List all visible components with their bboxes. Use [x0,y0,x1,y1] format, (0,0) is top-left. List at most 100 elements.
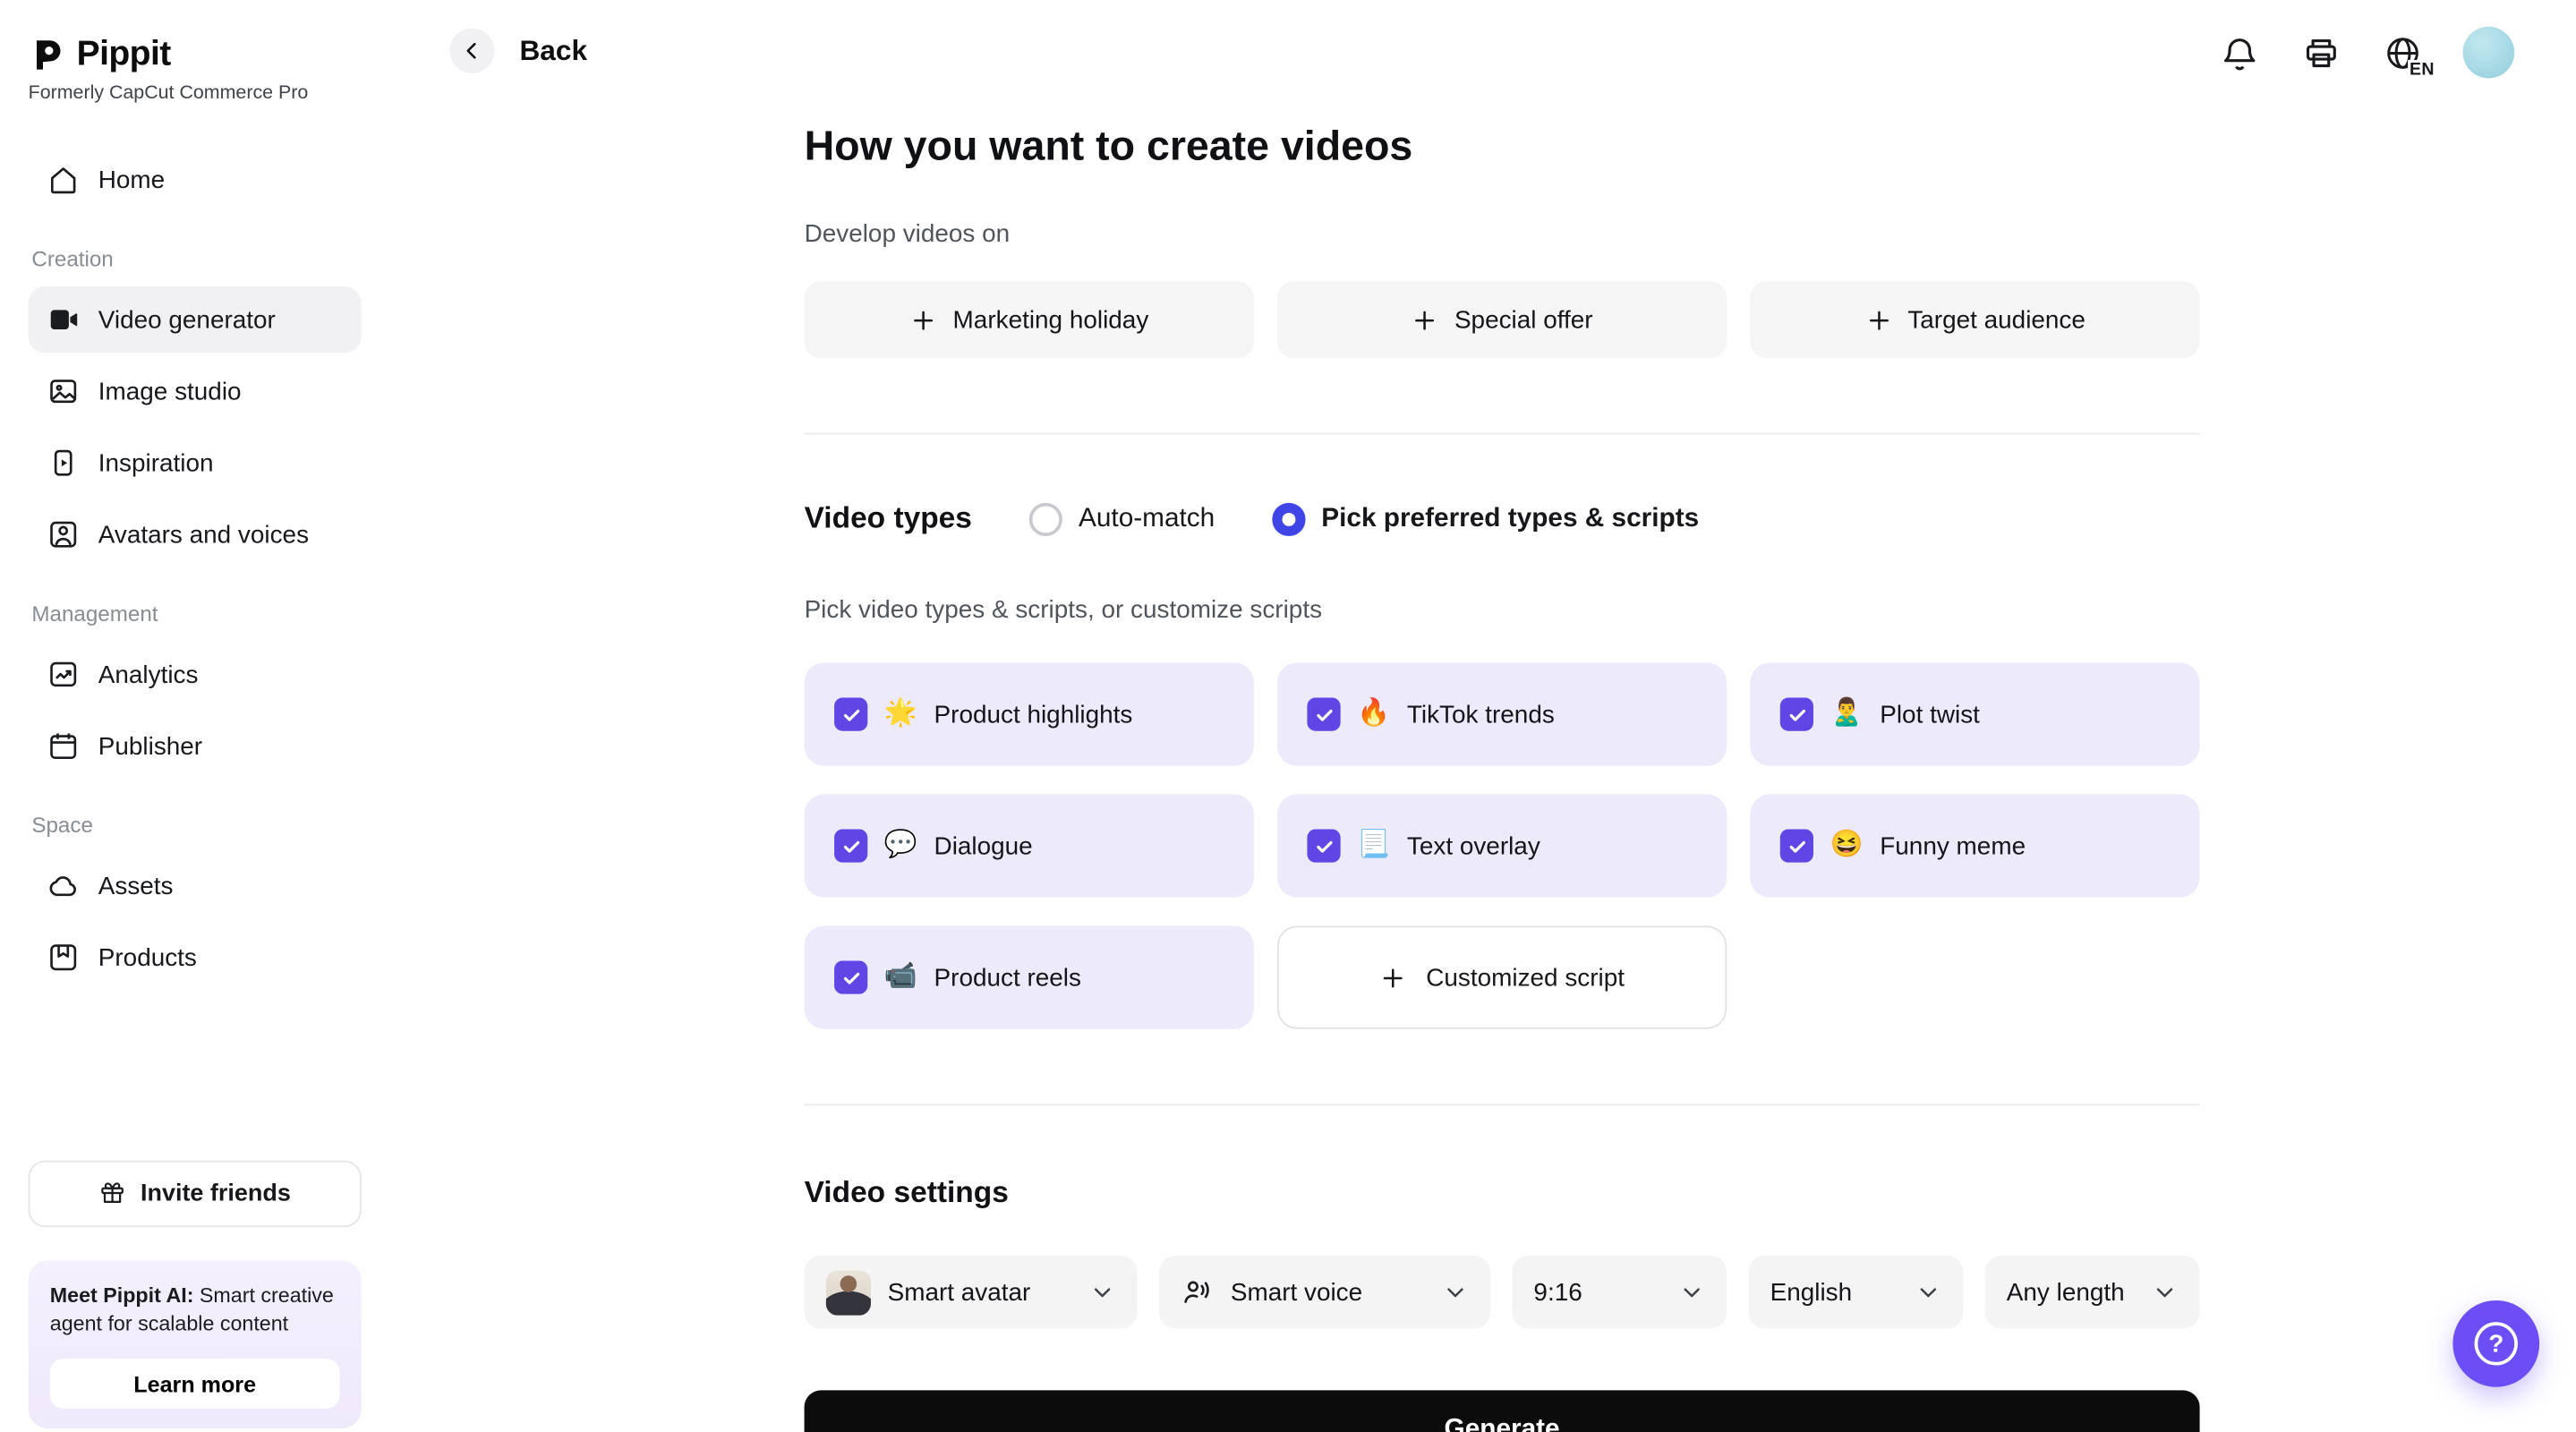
customized-script-button[interactable]: Customized script [1277,925,1727,1028]
section-label-space: Space [31,813,361,838]
generate-button[interactable]: Generate [805,1390,2200,1432]
card-text-overlay[interactable]: 📃 Text overlay [1277,794,1727,897]
radio-auto-match-label: Auto-match [1079,504,1215,533]
card-product-reels[interactable]: 📹 Product reels [805,925,1254,1028]
card-label: Product highlights [934,700,1133,729]
sidebar-item-inspiration[interactable]: Inspiration [29,430,362,496]
sidebar-bottom: Invite friends Meet Pippit AI: Smart cre… [29,1160,362,1428]
sidebar-item-label: Analytics [98,661,199,689]
checkbox-checked-icon[interactable] [1780,698,1813,731]
card-emoji: 😆 [1830,832,1864,859]
target-audience-button[interactable]: Target audience [1750,281,2199,358]
chevron-left-icon [459,38,484,64]
card-product-highlights[interactable]: 🌟 Product highlights [805,662,1254,765]
radio-pick-preferred-label: Pick preferred types & scripts [1321,504,1699,533]
language-value: English [1770,1278,1898,1307]
sidebar-item-label: Home [98,166,165,194]
video-types-heading: Video types [805,501,972,536]
video-length-select[interactable]: Any length [1985,1256,2200,1329]
card-tiktok-trends[interactable]: 🔥 TikTok trends [1277,662,1727,765]
card-plot-twist[interactable]: 🙎‍♂️ Plot twist [1750,662,2199,765]
topbar-actions: EN [2218,27,2514,79]
video-type-cards-grid: 🌟 Product highlights 🔥 TikTok trends 🙎‍♂… [805,662,2200,1028]
section-label-management: Management [31,601,361,626]
video-types-row: Video types Auto-match Pick preferred ty… [805,501,2200,536]
language-button[interactable]: EN [2381,30,2424,73]
help-button[interactable]: ? [2452,1300,2539,1387]
card-emoji: 🌟 [884,701,917,728]
analytics-icon [47,658,80,691]
sidebar-item-label: Publisher [98,732,202,761]
user-avatar[interactable] [2463,27,2515,79]
sidebar-item-label: Assets [98,872,174,900]
card-dialogue[interactable]: 💬 Dialogue [805,794,1254,897]
plus-icon [909,305,938,334]
logo[interactable]: Pippit [29,35,362,75]
marketing-holiday-button[interactable]: Marketing holiday [805,281,1254,358]
customized-script-label: Customized script [1426,963,1625,992]
sidebar-item-home[interactable]: Home [29,147,362,213]
back-navigation: Back [449,29,587,73]
card-emoji: 🙎‍♂️ [1830,701,1864,728]
aspect-ratio-select[interactable]: 9:16 [1512,1256,1727,1329]
develop-option-label: Marketing holiday [953,305,1149,334]
image-studio-icon [47,375,80,408]
language-select[interactable]: English [1748,1256,1963,1329]
radio-unchecked-icon[interactable] [1028,502,1062,535]
page-title: How you want to create videos [805,124,2200,172]
plus-icon [1864,305,1893,334]
invite-friends-button[interactable]: Invite friends [29,1160,362,1226]
avatar-thumbnail [826,1270,871,1315]
app-window: Pippit Formerly CapCut Commerce Pro Home… [0,0,2576,1432]
checkbox-checked-icon[interactable] [834,829,867,862]
video-settings-heading: Video settings [805,1175,2200,1210]
checkbox-checked-icon[interactable] [1780,829,1813,862]
plus-icon [1379,963,1408,992]
sidebar-nav: Home Creation Video generator Image stud… [29,147,362,991]
video-length-value: Any length [2007,1278,2135,1307]
card-label: Text overlay [1407,831,1540,860]
chevron-down-icon [1089,1279,1116,1306]
notifications-button[interactable] [2218,30,2261,73]
sidebar-item-label: Video generator [98,305,276,334]
sidebar: Pippit Formerly CapCut Commerce Pro Home… [0,0,389,1432]
bell-icon [2220,32,2260,72]
develop-option-label: Special offer [1454,305,1593,334]
print-orders-button[interactable] [2299,30,2342,73]
sidebar-item-analytics[interactable]: Analytics [29,641,362,707]
smart-voice-select[interactable]: Smart voice [1159,1256,1490,1329]
sidebar-item-products[interactable]: Products [29,925,362,991]
checkbox-checked-icon[interactable] [834,698,867,731]
card-emoji: 💬 [884,832,917,859]
radio-auto-match[interactable]: Auto-match [1028,502,1215,535]
avatars-voices-icon [47,518,80,551]
sidebar-item-assets[interactable]: Assets [29,853,362,919]
checkbox-checked-icon[interactable] [1307,698,1340,731]
back-button[interactable] [449,29,494,73]
voice-icon [1181,1275,1214,1308]
radio-checked-icon[interactable] [1271,502,1304,535]
sidebar-item-video-generator[interactable]: Video generator [29,286,362,353]
learn-more-button[interactable]: Learn more [50,1359,340,1409]
checkbox-checked-icon[interactable] [1307,829,1340,862]
chevron-down-icon [1442,1279,1469,1306]
logo-tagline: Formerly CapCut Commerce Pro [29,83,362,103]
card-emoji: 📹 [884,964,917,991]
printer-icon [2301,32,2341,72]
sidebar-item-image-studio[interactable]: Image studio [29,358,362,424]
invite-friends-label: Invite friends [141,1180,291,1206]
radio-pick-preferred[interactable]: Pick preferred types & scripts [1271,502,1699,535]
special-offer-button[interactable]: Special offer [1277,281,1727,358]
sidebar-item-avatars-and-voices[interactable]: Avatars and voices [29,501,362,567]
smart-avatar-select[interactable]: Smart avatar [805,1256,1138,1329]
assets-cloud-icon [47,869,80,902]
sidebar-item-label: Inspiration [98,448,214,477]
develop-options-row: Marketing holiday Special offer Target a… [805,281,2200,358]
checkbox-checked-icon[interactable] [834,960,867,993]
sidebar-item-publisher[interactable]: Publisher [29,712,362,779]
back-label: Back [519,34,587,67]
sidebar-item-label: Image studio [98,377,242,405]
gift-icon [98,1179,127,1207]
develop-option-label: Target audience [1907,305,2086,334]
card-funny-meme[interactable]: 😆 Funny meme [1750,794,2199,897]
